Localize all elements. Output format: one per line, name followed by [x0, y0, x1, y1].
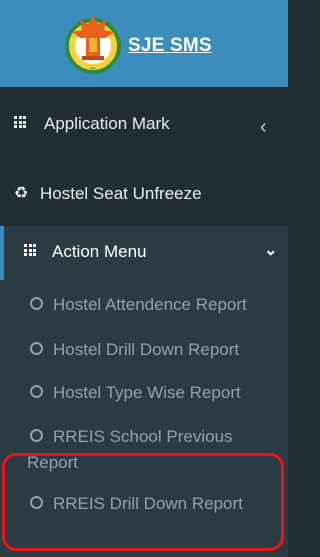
government-emblem-logo: •••: [65, 16, 121, 74]
chevron-down-icon: ⌄: [264, 242, 278, 259]
submenu-item-label: Hostel Attendence Report: [53, 295, 247, 314]
chevron-left-icon: ‹: [260, 116, 267, 138]
th-grid-icon: [14, 116, 26, 128]
submenu-item-label: RREIS School Previous: [53, 427, 233, 446]
submenu-item-hostel-drill-down-report[interactable]: Hostel Drill Down Report: [30, 338, 239, 362]
circle-icon: [30, 297, 43, 311]
sidebar-item-hostel-seat-unfreeze[interactable]: ♻ Hostel Seat Unfreeze: [0, 176, 288, 212]
circle-icon: [30, 342, 43, 356]
submenu-item-label: Hostel Type Wise Report: [53, 383, 241, 402]
sidebar-item-label: Application Mark: [44, 114, 170, 133]
sidebar-item-label: Action Menu: [52, 242, 147, 261]
highlight-box: [2, 453, 284, 551]
circle-icon: [30, 429, 43, 443]
sidebar-item-action-menu[interactable]: Action Menu ⌄: [0, 236, 288, 272]
brand-title[interactable]: SJE SMS: [128, 35, 212, 57]
sidebar-item-application-mark[interactable]: Application Mark ‹: [0, 108, 288, 144]
submenu-item-hostel-type-wise-report[interactable]: Hostel Type Wise Report: [30, 381, 241, 405]
circle-icon: [30, 385, 43, 399]
recycle-icon: ♻: [14, 185, 29, 202]
submenu-item-label: Hostel Drill Down Report: [53, 340, 240, 359]
th-grid-icon: [24, 244, 36, 256]
submenu-item-hostel-attendence-report[interactable]: Hostel Attendence Report: [30, 293, 247, 317]
sidebar-header: ••• SJE SMS: [0, 0, 288, 87]
svg-text:•••: •••: [90, 66, 96, 72]
sidebar-item-label: Hostel Seat Unfreeze: [40, 184, 202, 203]
